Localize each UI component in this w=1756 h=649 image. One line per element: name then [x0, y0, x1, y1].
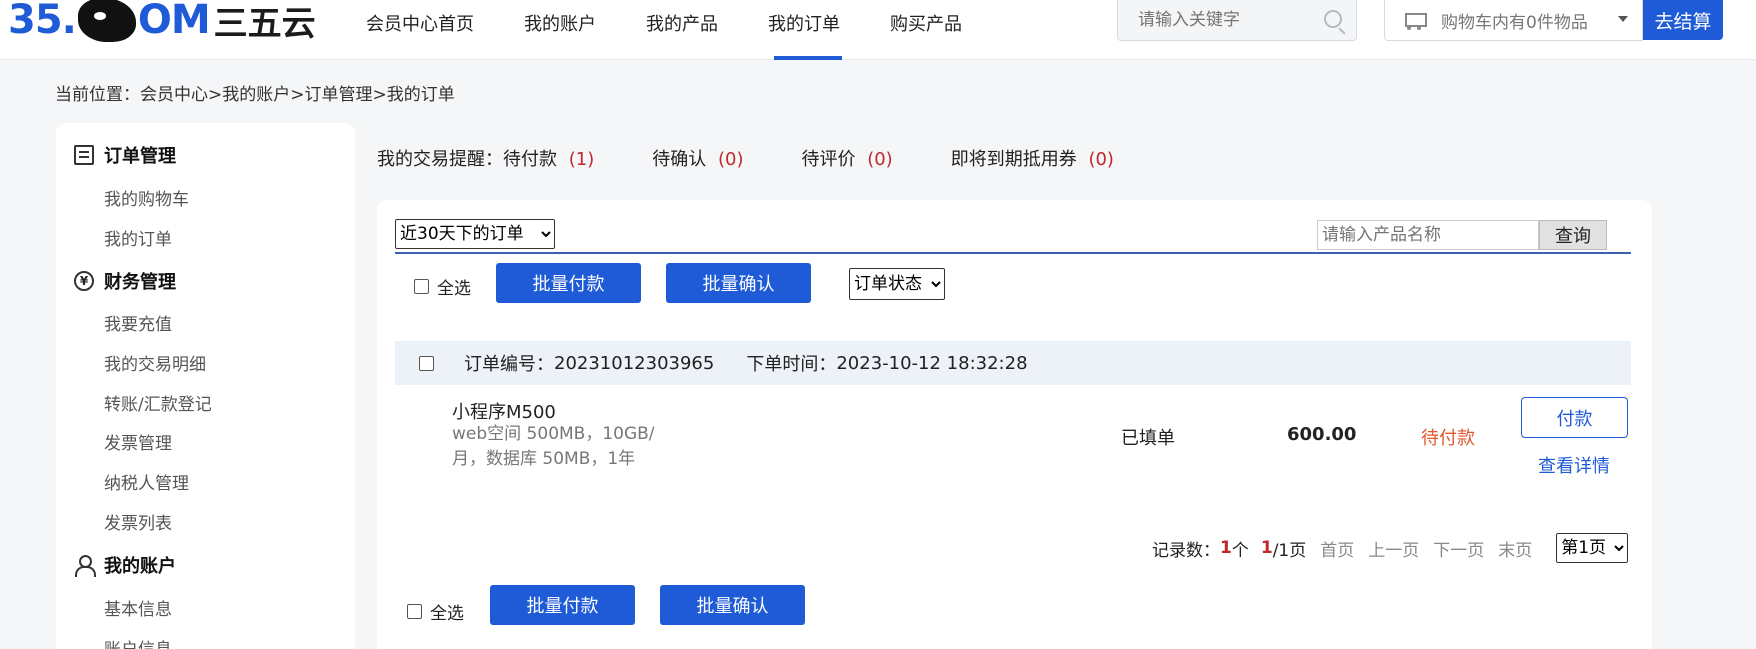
last-page-link[interactable]: 末页 — [1498, 536, 1532, 561]
prev-page-link[interactable]: 上一页 — [1368, 536, 1419, 561]
reminder-label: 待确认 — [652, 149, 707, 170]
fill-state: 已填单 — [1121, 428, 1175, 449]
sidebar-group-label: 财务管理 — [104, 272, 176, 293]
sidebar: 订单管理 我的购物车 我的订单 ¥ 财务管理 我要充值 我的交易明细 转账/汇款… — [56, 123, 355, 649]
main-nav: 会员中心首页 我的账户 我的产品 我的订单 购买产品 — [366, 0, 1012, 60]
reminder-count: (1) — [568, 149, 595, 170]
divider — [395, 252, 1631, 254]
sidebar-item-invoice-mgmt[interactable]: 发票管理 — [104, 429, 172, 454]
checkout-button[interactable]: 去结算 — [1643, 0, 1723, 40]
select-all-label: 全选 — [430, 604, 464, 624]
sidebar-group-label: 我的账户 — [104, 556, 176, 577]
records-unit: 个 — [1231, 540, 1249, 561]
reminder-count: (0) — [1088, 149, 1114, 170]
order-time: 2023-10-12 18:32:28 — [836, 352, 1028, 374]
nav-member-home[interactable]: 会员中心首页 — [366, 0, 474, 60]
query-button[interactable]: 查询 — [1539, 220, 1607, 250]
nav-my-products[interactable]: 我的产品 — [646, 0, 718, 60]
select-all-top[interactable]: 全选 — [414, 274, 471, 299]
pagination: 记录数： 1 个 1 /1页 首页 上一页 下一页 末页 第1页 — [1152, 533, 1629, 563]
cart-icon — [1401, 11, 1427, 30]
cart-dropdown[interactable]: 购物车内有0件物品 — [1384, 0, 1643, 41]
select-all-bottom[interactable]: 全选 — [407, 599, 464, 624]
reminder-pending-pay[interactable]: 待付款 (1) — [503, 145, 594, 171]
view-details-link[interactable]: 查看详情 — [1538, 452, 1610, 478]
reminder-pending-review[interactable]: 待评价 (0) — [801, 145, 892, 171]
next-page-link[interactable]: 下一页 — [1433, 536, 1484, 561]
batch-pay-button[interactable]: 批量付款 — [496, 263, 641, 303]
product-description: web空间 500MB，10GB/月，数据库 50MB，1年 — [452, 424, 655, 469]
sidebar-group-account: 我的账户 — [74, 552, 176, 578]
records-count: 1 — [1220, 538, 1232, 558]
sidebar-item-transactions[interactable]: 我的交易明细 — [104, 350, 206, 375]
sidebar-item-invoice-list[interactable]: 发票列表 — [104, 509, 172, 534]
select-all-checkbox[interactable] — [414, 279, 429, 294]
batch-pay-button-bottom[interactable]: 批量付款 — [490, 585, 635, 625]
search-icon[interactable] — [1324, 10, 1342, 28]
product-name-input[interactable] — [1317, 220, 1539, 250]
reminder-pending-confirm[interactable]: 待确认 (0) — [652, 145, 743, 171]
sidebar-item-account-info[interactable]: 账户信息 — [104, 635, 172, 649]
batch-confirm-button[interactable]: 批量确认 — [666, 263, 811, 303]
dragon-logo-icon — [77, 0, 136, 42]
total-pages: /1页 — [1272, 540, 1307, 561]
reminder-label: 待评价 — [801, 149, 856, 170]
sidebar-group-label: 订单管理 — [104, 146, 176, 167]
breadcrumb: 当前位置：会员中心>我的账户>订单管理>我的订单 — [55, 85, 455, 105]
sidebar-item-basic-info[interactable]: 基本信息 — [104, 595, 172, 620]
order-amount: 600.00 — [1287, 424, 1357, 445]
sidebar-group-orders: 订单管理 — [74, 142, 176, 168]
header-search — [1117, 0, 1357, 41]
order-number-label: 订单编号： — [464, 354, 554, 375]
sidebar-item-cart[interactable]: 我的购物车 — [104, 185, 189, 210]
batch-confirm-button-bottom[interactable]: 批量确认 — [660, 585, 805, 625]
orders-panel: 近30天下的订单 查询 全选 批量付款 批量确认 订单状态 订单编号： 2023… — [377, 200, 1652, 649]
sidebar-item-orders[interactable]: 我的订单 — [104, 225, 172, 250]
sidebar-group-finance: ¥ 财务管理 — [74, 268, 176, 294]
current-page: 1 — [1260, 538, 1273, 558]
product-name: 小程序M500 — [452, 402, 556, 423]
keyword-search-input[interactable] — [1118, 0, 1308, 40]
order-header: 订单编号： 20231012303965 下单时间： 2023-10-12 18… — [395, 341, 1631, 385]
page-select[interactable]: 第1页 — [1556, 533, 1629, 563]
sidebar-item-transfer[interactable]: 转账/汇款登记 — [104, 390, 212, 415]
cart-summary: 购物车内有0件物品 — [1441, 12, 1588, 33]
sidebar-item-recharge[interactable]: 我要充值 — [104, 310, 172, 335]
nav-my-orders[interactable]: 我的订单 — [768, 0, 842, 60]
transaction-reminder: 我的交易提醒： 待付款 (1) 待确认 (0) 待评价 (0) 即将到期抵用券 … — [377, 145, 1114, 171]
site-logo[interactable]: 35. OM 三五云 — [8, 0, 316, 44]
records-label: 记录数： — [1152, 540, 1220, 561]
nav-buy-products[interactable]: 购买产品 — [890, 0, 962, 60]
nav-my-account[interactable]: 我的账户 — [524, 0, 596, 60]
select-all-label: 全选 — [437, 279, 471, 299]
logo-text: 三五云 — [213, 3, 316, 44]
order-checkbox[interactable] — [419, 355, 434, 371]
logo-number: 35. — [8, 0, 77, 43]
sidebar-item-taxpayer[interactable]: 纳税人管理 — [104, 469, 189, 494]
top-header: 35. OM 三五云 会员中心首页 我的账户 我的产品 我的订单 购买产品 购物… — [0, 0, 1756, 60]
user-icon — [74, 555, 96, 577]
pay-button[interactable]: 付款 — [1521, 397, 1628, 438]
yen-icon: ¥ — [74, 271, 94, 291]
first-page-link[interactable]: 首页 — [1320, 536, 1354, 561]
order-number: 20231012303965 — [554, 352, 715, 374]
period-select[interactable]: 近30天下的订单 — [395, 219, 555, 249]
logo-om: OM — [137, 0, 211, 43]
select-all-checkbox[interactable] — [407, 604, 422, 619]
order-status-select[interactable]: 订单状态 — [849, 268, 945, 300]
chevron-down-icon — [1618, 16, 1628, 22]
reminder-expiring-vouchers[interactable]: 即将到期抵用券 (0) — [951, 145, 1114, 171]
reminder-label: 待付款 — [503, 149, 557, 170]
reminder-label: 即将到期抵用券 — [950, 149, 1077, 170]
reminder-count: (0) — [867, 149, 893, 170]
order-time-label: 下单时间： — [746, 354, 837, 375]
reminder-prefix: 我的交易提醒： — [377, 149, 503, 170]
reminder-count: (0) — [717, 149, 744, 170]
document-icon — [74, 145, 94, 165]
payment-status: 待付款 — [1421, 428, 1475, 449]
